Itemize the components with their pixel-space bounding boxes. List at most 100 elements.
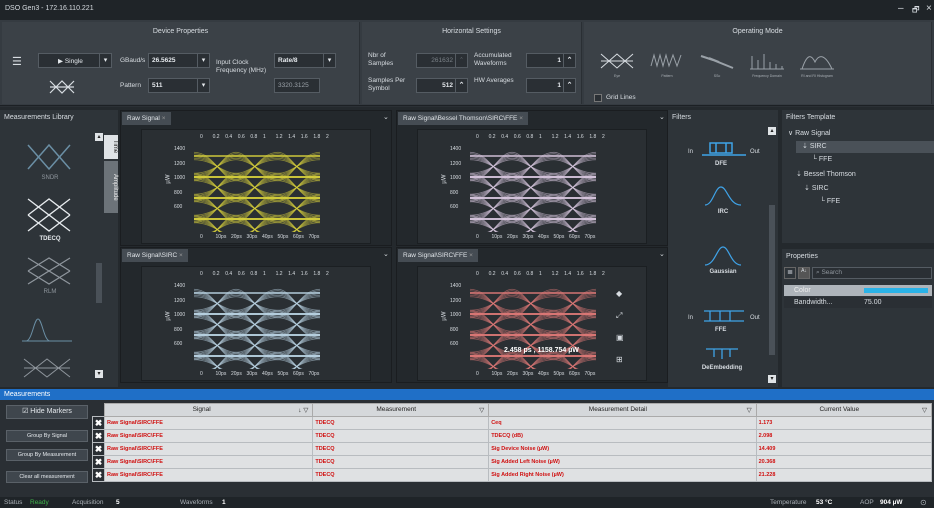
tdecq-icon[interactable] [24, 195, 74, 235]
ffe-filter[interactable]: In Out FFE [688, 301, 768, 335]
plot-tab-sirc-ffe[interactable]: Raw Signal\SIRC\FFE × [398, 249, 478, 262]
eye-diagram-plot[interactable]: 0 0.2 0.4 0.6 0.8 1 1.2 1.4 1.6 1.8 2 0 10ps 20ps 30ps… [417, 129, 647, 244]
table-row[interactable]: ✖ Raw Signal\SIRC\FFE TDECQ Ceq 1.173 [92, 416, 933, 430]
amplitude-tab[interactable]: Amplitude [104, 161, 118, 213]
screenshot-icon[interactable]: ▣ [616, 333, 624, 342]
accumulated-waveforms-input[interactable]: 1 ⌃ [526, 53, 576, 68]
close-icon[interactable]: × [926, 3, 932, 14]
current-value-column-header[interactable]: Current Value ▽ [755, 403, 933, 417]
gbaud-input[interactable]: 26.5625 ▾ [148, 53, 210, 68]
irc-filter[interactable]: IRC [698, 185, 748, 225]
fit-icon[interactable]: ⊞ [616, 355, 623, 364]
chevron-down-icon[interactable]: ⌄ [659, 250, 665, 258]
plot-tab-bessel-thomson-sirc-ffe[interactable]: Raw Signal\Bessel Thomson\SIRC\FFE × [398, 112, 529, 125]
chevron-down-icon[interactable]: ▾ [99, 54, 111, 67]
time-tab[interactable]: Time [104, 135, 118, 159]
scroll-up-icon[interactable]: ▴ [95, 133, 103, 141]
acquisition-mode-select[interactable]: ▶ Single ▾ [38, 53, 112, 68]
eye-diagram-plot[interactable]: 0 0.2 0.4 0.6 0.8 1 1.2 1.4 1.6 1.8 2 0 10ps 20ps 30ps… [417, 266, 647, 381]
tree-node-ffe[interactable]: └ FFE [812, 156, 832, 163]
filter-icon[interactable]: ▽ [747, 406, 752, 414]
grid-lines-checkbox[interactable] [594, 94, 602, 102]
scroll-up-icon[interactable]: ▴ [768, 127, 776, 135]
maximize-icon[interactable]: 🗗 [912, 4, 920, 18]
eye-diagram-plot[interactable]: 0 0.2 0.4 0.6 0.8 1 1.2 1.4 1.6 1.8 2 0 10ps 20ps 30ps… [141, 129, 371, 244]
tree-node-bessel-thomson[interactable]: ⇣ Bessel Thomson [796, 170, 856, 178]
rlm-icon[interactable] [24, 255, 74, 287]
tree-node-ffe-2[interactable]: └ FFE [820, 198, 840, 205]
group-by-signal-button[interactable]: Group By Signal [6, 430, 88, 442]
scrollbar-thumb[interactable] [769, 205, 775, 355]
table-row[interactable]: ✖ Raw Signal\SIRC\FFE TDECQ Sig Added Le… [92, 455, 933, 469]
filter-icon[interactable]: ▽ [479, 406, 484, 414]
eye-diagram-plot[interactable]: 0 0.2 0.4 0.6 0.8 1 1.2 1.4 1.6 1.8 2 0 10ps 20ps 30ps… [141, 266, 371, 381]
dfe-filter[interactable]: In Out DFE [688, 135, 768, 169]
remove-row-icon[interactable]: ✖ [92, 442, 105, 456]
refresh-icon[interactable]: ⊙ [920, 498, 927, 507]
close-icon[interactable]: × [519, 115, 523, 122]
spinner-icon[interactable]: ⌃ [563, 79, 575, 92]
close-icon[interactable]: × [179, 252, 183, 259]
deembedding-filter[interactable]: DeEmbedding [690, 345, 754, 379]
property-value[interactable]: 75.00 [864, 299, 882, 306]
tree-node-sirc[interactable]: ⇣ SIRC [796, 141, 934, 153]
chevron-down-icon[interactable]: ⌄ [659, 113, 665, 121]
remove-row-icon[interactable]: ✖ [92, 429, 105, 443]
ssc-mode-icon[interactable]: SSc [692, 52, 742, 92]
remove-row-icon[interactable]: ✖ [92, 455, 105, 469]
tree-node-sirc-2[interactable]: ⇣ SIRC [804, 184, 829, 192]
table-row[interactable]: ✖ Raw Signal\SIRC\FFE TDECQ TDECQ (dB) 2… [92, 429, 933, 443]
pattern-select[interactable]: 511 ▾ [148, 78, 210, 93]
hw-averages-input[interactable]: 1 ⌃ [526, 78, 576, 93]
eye-mode-icon[interactable]: Eye [592, 52, 642, 92]
sndr-icon[interactable] [24, 143, 74, 171]
sort-filter-icon[interactable]: ↓ ▽ [298, 406, 308, 414]
plot-tab-sirc[interactable]: Raw Signal\SIRC × [122, 249, 188, 262]
filter-icon[interactable]: ▽ [922, 406, 927, 414]
noise-measure-icon[interactable] [20, 315, 74, 345]
properties-search-input[interactable]: ⌕ Search [812, 267, 932, 279]
spinner-icon[interactable]: ⌃ [563, 54, 575, 67]
menu-icon[interactable]: ☰ [12, 55, 22, 68]
sort-alphabetical-icon[interactable]: A↓ [798, 267, 810, 279]
clear-all-measurement-button[interactable]: Clear all measurement [6, 471, 88, 483]
table-row[interactable]: ✖ Raw Signal\SIRC\FFE TDECQ Sig Added Ri… [92, 468, 933, 482]
measurement-column-header[interactable]: Measurement ▽ [312, 403, 490, 417]
chevron-down-icon[interactable]: ▾ [197, 54, 209, 67]
close-icon[interactable]: × [162, 115, 166, 122]
measurement-detail-column-header[interactable]: Measurement Detail ▽ [488, 403, 757, 417]
property-row-bandwidth[interactable]: Bandwidth... 75.00 [784, 297, 932, 308]
group-by-measurement-button[interactable]: Group By Measurement [6, 449, 88, 461]
samples-per-symbol-input[interactable]: 512 ⌃ [416, 78, 468, 93]
close-icon[interactable]: × [469, 252, 473, 259]
rate-select[interactable]: Rate/8 ▾ [274, 53, 336, 68]
frequency-domain-mode-icon[interactable]: Frequency Domain [742, 52, 792, 92]
ri-histogram-mode-icon[interactable]: RI and RI Histogram [792, 52, 842, 92]
categorized-icon[interactable]: ≣ [784, 267, 796, 279]
spinner-icon[interactable]: ⌃ [455, 79, 467, 92]
gaussian-filter[interactable]: Gaussian [698, 245, 748, 285]
signal-column-header[interactable]: Signal ↓ ▽ [103, 403, 314, 417]
tree-node-raw-signal[interactable]: ∨ Raw Signal [788, 129, 831, 137]
property-row-color[interactable]: Color [784, 285, 932, 296]
eraser-icon[interactable]: ◆ [616, 289, 622, 298]
chevron-down-icon[interactable]: ⌄ [383, 250, 389, 258]
scrollbar-thumb[interactable] [96, 263, 102, 303]
scroll-down-icon[interactable]: ▾ [768, 375, 776, 383]
plot-tab-raw-signal[interactable]: Raw Signal × [122, 112, 171, 125]
table-row[interactable]: ✖ Raw Signal\SIRC\FFE TDECQ Sig Device N… [92, 442, 933, 456]
pattern-mode-icon[interactable]: Pattern [642, 52, 692, 92]
scroll-down-icon[interactable]: ▾ [95, 370, 103, 378]
expand-icon[interactable]: ⤢ [616, 311, 622, 321]
minimize-icon[interactable]: – [898, 3, 904, 14]
remove-row-icon[interactable]: ✖ [92, 468, 105, 482]
top-tick: 0.2 [212, 271, 220, 277]
color-swatch[interactable] [864, 288, 928, 293]
chevron-down-icon[interactable]: ▾ [323, 54, 335, 67]
chevron-down-icon[interactable]: ▾ [197, 79, 209, 92]
hide-markers-checkbox[interactable]: ☑ Hide Markers [6, 405, 88, 419]
remove-row-icon[interactable]: ✖ [92, 416, 105, 430]
eye-measure-icon[interactable] [20, 357, 74, 379]
chevron-down-icon[interactable]: ⌄ [383, 113, 389, 121]
eye-icon[interactable] [48, 78, 76, 96]
